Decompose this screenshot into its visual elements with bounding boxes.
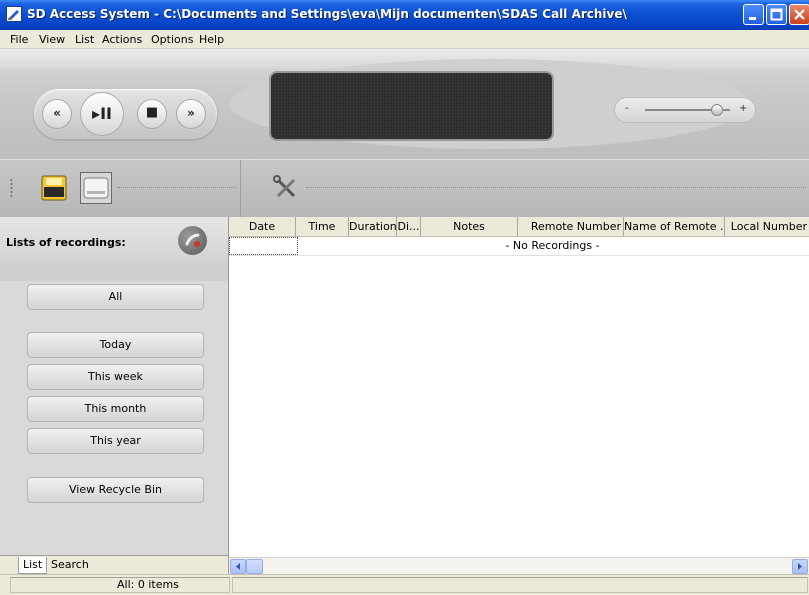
lcd-display [269,71,554,141]
close-icon[interactable] [789,4,809,25]
menu-options[interactable]: Options [151,33,193,46]
recordings-table: Date Time Duration Di... Notes Remote Nu… [229,217,809,555]
focus-cell [229,237,298,255]
tab-search[interactable]: Search [47,557,93,573]
toolbar-grip[interactable] [10,178,13,198]
list-this-year-button[interactable]: This year [27,428,204,454]
tab-list[interactable]: List [18,557,48,574]
column-duration[interactable]: Duration [349,217,397,236]
column-name-of-remote[interactable]: Name of Remote ... [624,217,725,236]
minimize-icon[interactable] [743,4,764,25]
scroll-thumb[interactable] [246,559,263,574]
stop-icon[interactable]: ■ [137,99,167,129]
window-title: SD Access System - C:\Documents and Sett… [27,7,627,21]
toolbar-divider-right [306,187,806,189]
toolbar [0,159,809,217]
column-notes[interactable]: Notes [421,217,518,236]
tools-icon[interactable] [270,172,302,204]
list-today-button[interactable]: Today [27,332,204,358]
menu-help[interactable]: Help [199,33,224,46]
menu-file[interactable]: File [10,33,28,46]
menu-actions[interactable]: Actions [102,33,142,46]
title-bar[interactable]: SD Access System - C:\Documents and Sett… [0,0,809,30]
recordings-list-panel: Lists of recordings: All Today This week… [0,217,229,555]
volume-control[interactable]: - + [614,97,756,123]
list-this-week-button[interactable]: This week [27,364,204,390]
horizontal-scrollbar[interactable] [229,557,809,575]
toolbar-separator [240,160,241,217]
maximize-icon[interactable] [766,4,787,25]
panel-tabs: List Search [0,555,229,574]
memory-card-icon[interactable] [38,172,70,204]
menu-view[interactable]: View [39,33,65,46]
app-icon [6,6,22,22]
scroll-left-icon[interactable] [230,559,246,574]
list-this-month-button[interactable]: This month [27,396,204,422]
panel-band [0,263,228,281]
menu-bar: File View List Actions Options Help [0,30,809,49]
status-bar: All: 0 items [0,574,809,595]
panel-header: Lists of recordings: [0,217,228,264]
scroll-right-icon[interactable] [792,559,808,574]
table-header: Date Time Duration Di... Notes Remote Nu… [229,217,809,237]
column-time[interactable]: Time [296,217,349,236]
play-pause-icon[interactable]: ▸II [80,92,124,136]
volume-slider-knob[interactable] [711,104,723,116]
next-icon[interactable]: » [176,99,206,129]
status-text: All: 0 items [117,578,179,591]
column-direction[interactable]: Di... [397,217,421,236]
drive-icon[interactable] [80,172,112,204]
column-local-number[interactable]: Local Number [725,217,809,236]
volume-plus-label: + [739,103,748,114]
column-remote-number[interactable]: Remote Number [518,217,624,236]
panel-title: Lists of recordings: [6,236,126,249]
status-panel-right [232,577,808,593]
recording-phone-icon[interactable] [178,226,207,255]
transport-controls: « ▸II ■ » [34,89,217,139]
view-recycle-bin-button[interactable]: View Recycle Bin [27,477,204,503]
volume-minus-label: - [625,103,629,114]
menu-list[interactable]: List [75,33,94,46]
column-date[interactable]: Date [229,217,296,236]
table-row[interactable]: - No Recordings - [229,237,809,256]
toolbar-divider [118,187,236,189]
empty-message: - No Recordings - [505,239,600,252]
list-all-button[interactable]: All [27,284,204,310]
previous-icon[interactable]: « [42,99,72,129]
